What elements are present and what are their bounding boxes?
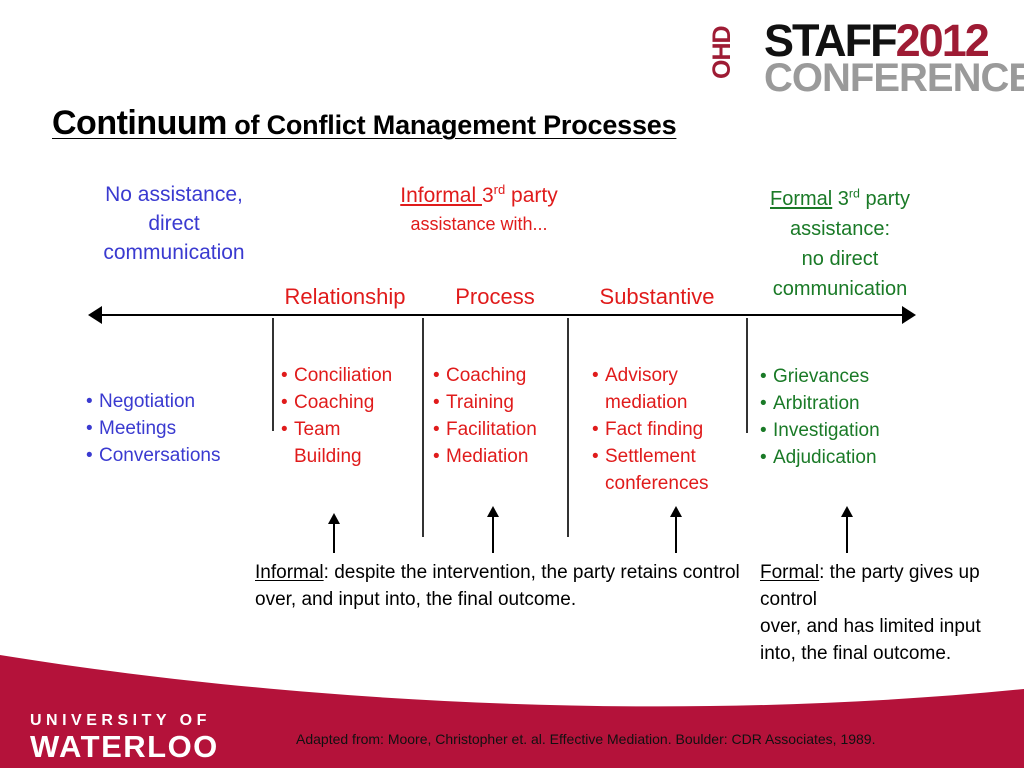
- caption-informal-text: : despite the intervention, the party re…: [255, 562, 740, 610]
- header-formal-line2: assistance:: [789, 218, 891, 240]
- header-formal-ordinal: 3: [832, 188, 849, 210]
- pointer-arrow-up-icon-4: [841, 506, 853, 553]
- column-divider-4: [746, 318, 748, 433]
- caption-informal-label: Informal: [255, 562, 324, 583]
- header-informal-underlined: Informal: [400, 184, 482, 207]
- title-main-text: Continuum: [52, 104, 227, 142]
- university-line2: WATERLOO: [30, 729, 219, 764]
- category-label-substantive: Substantive: [599, 284, 715, 309]
- axis-arrow-right-icon: [902, 306, 916, 324]
- list-item: Mediation: [433, 443, 567, 470]
- list-item: Advisory mediation: [592, 362, 742, 416]
- header-formal-tail: party: [859, 188, 910, 210]
- attribution-text: Adapted from: Moore, Christopher et. al.…: [296, 731, 876, 747]
- substantive-list: Advisory mediation Fact finding Settleme…: [592, 362, 742, 497]
- header-informal-line2: assistance with...: [410, 214, 548, 234]
- header-informal-line1: Informal 3rd party: [365, 181, 593, 210]
- list-item: Meetings: [86, 415, 266, 442]
- header-no-assistance-text: No assistance, direct communication: [103, 183, 245, 264]
- list-item: Conciliation: [281, 362, 421, 389]
- header-informal-tail: party: [505, 184, 558, 207]
- process-list: Coaching Training Facilitation Mediation: [433, 362, 567, 470]
- column-divider-1: [272, 318, 274, 431]
- list-item: Coaching: [433, 362, 567, 389]
- list-item: Conversations: [86, 442, 266, 469]
- column-negotiation: Negotiation Meetings Conversations: [86, 388, 266, 469]
- title-sub-text: of Conflict Management Processes: [226, 110, 677, 140]
- list-item: Team Building: [281, 416, 421, 470]
- relationship-list: Conciliation Coaching Team Building: [281, 362, 421, 470]
- negotiation-list: Negotiation Meetings Conversations: [86, 388, 266, 469]
- list-item: Training: [433, 389, 567, 416]
- header-no-assistance: No assistance, direct communication: [74, 180, 274, 267]
- university-logo: UNIVERSITY OF WATERLOO: [30, 712, 219, 763]
- list-item: Arbitration: [760, 390, 940, 417]
- category-label-process: Process: [455, 284, 535, 309]
- column-substantive: Advisory mediation Fact finding Settleme…: [592, 362, 742, 497]
- list-item: Negotiation: [86, 388, 266, 415]
- pointer-arrow-up-icon-3: [670, 506, 682, 553]
- university-line1: UNIVERSITY OF: [30, 712, 211, 729]
- slide-canvas: OHD STAFF2012 CONFERENCE Continuum of Co…: [0, 0, 1024, 768]
- list-item: Facilitation: [433, 416, 567, 443]
- caption-formal-label: Formal: [760, 562, 820, 583]
- header-formal-underlined: Formal: [770, 188, 833, 210]
- column-divider-3: [567, 318, 569, 537]
- header-formal: Formal 3rd party assistance: no direct c…: [728, 184, 952, 304]
- axis-arrow-left-icon: [88, 306, 102, 324]
- header-formal-line3: no direct: [801, 248, 879, 270]
- formal-list: Grievances Arbitration Investigation Adj…: [760, 363, 940, 471]
- category-label-relationship: Relationship: [284, 284, 406, 309]
- continuum-axis-line: [98, 314, 904, 316]
- conference-logo: OHD STAFF2012 CONFERENCE: [708, 18, 1024, 98]
- list-item: Investigation: [760, 417, 940, 444]
- pointer-arrow-up-icon-2: [487, 506, 499, 553]
- list-item: Settlement conferences: [592, 443, 742, 497]
- header-formal-sup: rd: [848, 186, 860, 201]
- column-relationship: Conciliation Coaching Team Building: [281, 362, 421, 470]
- page-title: Continuum of Conflict Management Process…: [52, 104, 677, 143]
- list-item: Coaching: [281, 389, 421, 416]
- list-item: Adjudication: [760, 444, 940, 471]
- header-informal-ordinal: 3: [481, 184, 494, 207]
- pointer-arrow-up-icon-1: [328, 513, 340, 553]
- column-process: Coaching Training Facilitation Mediation: [433, 362, 567, 470]
- caption-informal: Informal: despite the intervention, the …: [255, 559, 755, 613]
- header-informal: Informal 3rd party assistance with...: [365, 181, 593, 239]
- header-formal-line1: Formal 3rd party: [728, 184, 952, 214]
- list-item: Grievances: [760, 363, 940, 390]
- header-informal-sup: rd: [493, 182, 506, 197]
- column-formal: Grievances Arbitration Investigation Adj…: [760, 363, 940, 471]
- list-item: Fact finding: [592, 416, 742, 443]
- logo-conference-text: CONFERENCE: [764, 56, 1024, 100]
- header-formal-line4: communication: [772, 278, 908, 300]
- column-divider-2: [422, 318, 424, 537]
